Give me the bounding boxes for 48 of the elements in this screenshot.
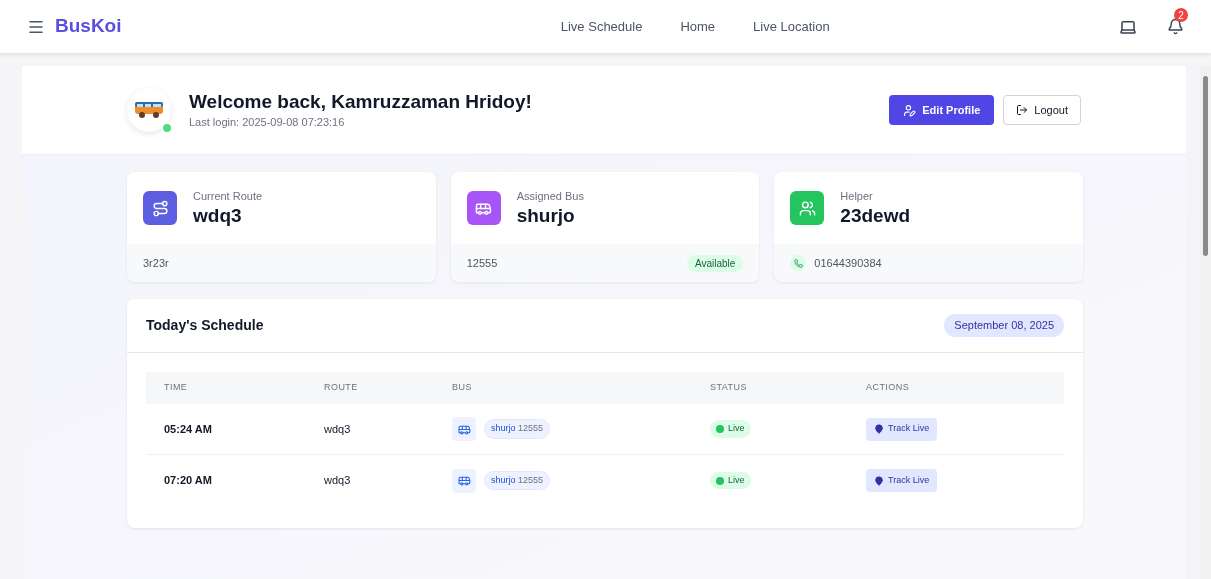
column-header: STATUS bbox=[710, 381, 748, 395]
schedule-title: Today's Schedule bbox=[146, 316, 264, 335]
card-label: Current Route bbox=[193, 188, 263, 204]
logout-icon bbox=[1016, 104, 1029, 116]
bus-tag: shurjo 12555 bbox=[484, 470, 551, 491]
column-header: BUS bbox=[452, 381, 473, 395]
nav-link[interactable]: Live Schedule bbox=[560, 16, 643, 37]
availability-badge: Available bbox=[686, 254, 744, 272]
column-header: TIME bbox=[164, 381, 189, 395]
status-badge: Live bbox=[710, 471, 751, 490]
status-badge: Live bbox=[710, 420, 751, 438]
card-value: 23dewd bbox=[840, 204, 911, 229]
time-cell-text: 05:24 AM bbox=[164, 421, 213, 437]
phone-icon bbox=[790, 255, 807, 271]
map-pin-icon bbox=[874, 475, 884, 486]
bus-icon bbox=[466, 191, 501, 225]
column-header: ACTIONS bbox=[866, 381, 911, 395]
card-footer-text: 12555 bbox=[466, 255, 499, 271]
card-value: shurjo bbox=[516, 204, 576, 229]
time-cell-text: 07:20 AM bbox=[164, 473, 213, 489]
bus-icon bbox=[452, 468, 476, 493]
route-cell-text: wdq3 bbox=[324, 421, 352, 437]
bus-icon bbox=[452, 417, 476, 441]
notification-badge: 2 bbox=[1174, 8, 1188, 22]
edit-profile-button[interactable]: Edit Profile bbox=[889, 95, 995, 125]
route-cell-text: wdq3 bbox=[324, 473, 352, 489]
track-live-button[interactable]: Track Live bbox=[866, 417, 938, 441]
card-label: Assigned Bus bbox=[516, 188, 584, 204]
card-value: wdq3 bbox=[193, 204, 243, 229]
users-icon bbox=[790, 191, 825, 225]
last-login-text: Last login: 2025-09-08 07:23:16 bbox=[189, 114, 346, 130]
card-label: Helper bbox=[840, 188, 874, 204]
column-header: ROUTE bbox=[324, 381, 359, 395]
notification-bell-icon[interactable] bbox=[1167, 18, 1184, 35]
bus-tag: shurjo 12555 bbox=[484, 419, 551, 439]
nav-link[interactable]: Live Location bbox=[753, 16, 830, 37]
map-pin-icon bbox=[874, 424, 884, 434]
nav-link[interactable]: Home bbox=[680, 16, 716, 37]
track-live-button[interactable]: Track Live bbox=[866, 469, 938, 492]
user-edit-icon bbox=[903, 103, 917, 117]
welcome-title: Welcome back, Kamruzzaman Hridoy! bbox=[189, 89, 533, 114]
brand-logo[interactable]: BusKoi bbox=[55, 12, 122, 41]
logout-button[interactable]: Logout bbox=[1003, 95, 1081, 125]
bus-drawing bbox=[134, 101, 164, 119]
date-badge: September 08, 2025 bbox=[944, 314, 1064, 337]
card-footer-text: 01644390384 bbox=[814, 255, 883, 271]
route-icon bbox=[143, 191, 177, 225]
card-footer-text: 3r23r bbox=[143, 255, 170, 271]
